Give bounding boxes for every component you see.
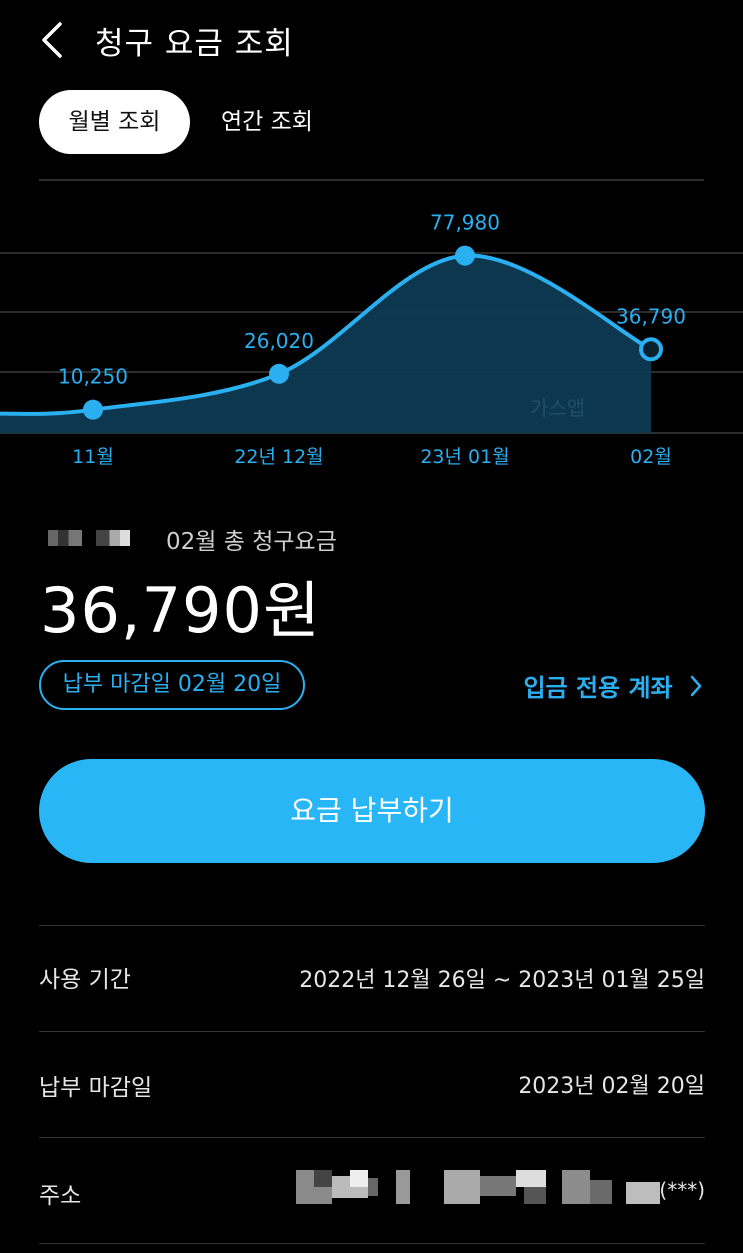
chart-value-label: 10,250 bbox=[58, 365, 128, 389]
monthly-bill-chart: 가스앱 10,250 11월 26,020 22년 12월 77,980 23년 01월 36… bbox=[0, 179, 743, 468]
chevron-right-icon bbox=[690, 675, 702, 696]
app-header: 청구 요금 조회 bbox=[0, 0, 743, 80]
deposit-account-label: 입금 전용 계좌 bbox=[523, 674, 673, 702]
page-title: 청구 요금 조회 bbox=[95, 26, 294, 62]
due-date-label: 납부 마감일 bbox=[39, 1075, 153, 1101]
chart-value-label: 77,980 bbox=[430, 211, 500, 235]
chart-point bbox=[83, 399, 103, 420]
tab-monthly[interactable]: 월별 조회 bbox=[39, 90, 190, 154]
chart-x-tick-label: 23년 01월 bbox=[420, 446, 509, 468]
chart-value-label: 36,790 bbox=[616, 304, 686, 328]
divider bbox=[39, 925, 705, 926]
total-bill-amount: 36,790원 bbox=[40, 574, 321, 647]
address-masked-suffix: (***) bbox=[659, 1178, 705, 1202]
chart-x-tick-label: 22년 12월 bbox=[234, 446, 323, 468]
back-arrow-icon[interactable] bbox=[34, 18, 74, 62]
chart-point bbox=[455, 245, 475, 266]
address-label: 주소 bbox=[39, 1183, 82, 1209]
chart-point-selected bbox=[639, 337, 663, 362]
divider bbox=[39, 1243, 705, 1244]
divider bbox=[39, 1031, 705, 1032]
chart-watermark: 가스앱 bbox=[530, 396, 585, 420]
usage-period-value: 2022년 12월 26일 ~ 2023년 01월 25일 bbox=[299, 968, 705, 993]
pay-bill-button[interactable]: 요금 납부하기 bbox=[39, 759, 705, 863]
chart-x-tick-label: 11월 bbox=[72, 446, 114, 468]
chart-value-label: 26,020 bbox=[244, 329, 314, 353]
redacted-address bbox=[296, 1170, 666, 1204]
usage-period-label: 사용 기간 bbox=[39, 967, 131, 993]
tab-yearly[interactable]: 연간 조회 bbox=[221, 90, 313, 154]
due-date-badge: 납부 마감일 02월 20일 bbox=[39, 660, 305, 710]
deposit-account-link[interactable]: 입금 전용 계좌 bbox=[523, 668, 705, 703]
redacted-name-block bbox=[48, 530, 82, 546]
total-bill-label: 02월 총 청구요금 bbox=[166, 529, 337, 555]
redacted-name-block bbox=[96, 530, 130, 546]
due-date-value: 2023년 02월 20일 bbox=[518, 1074, 705, 1099]
chart-point bbox=[269, 363, 289, 384]
divider bbox=[39, 1137, 705, 1138]
chart-x-tick-label: 02월 bbox=[630, 446, 672, 468]
